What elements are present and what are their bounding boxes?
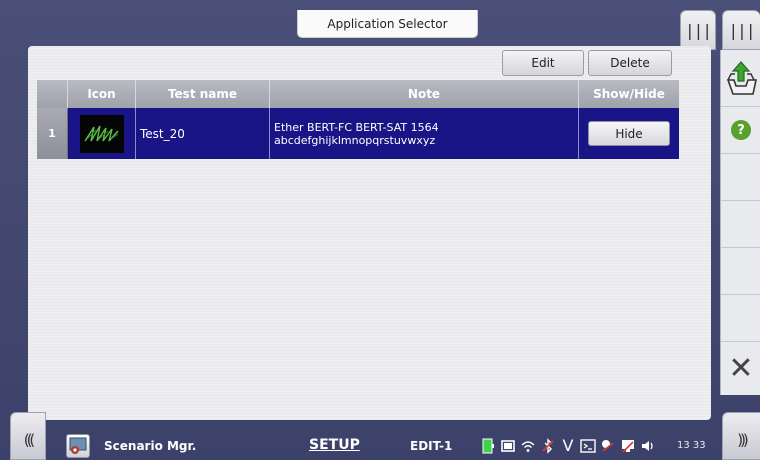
column-header-index: [37, 80, 68, 108]
row-note-line1: Ether BERT-FC BERT-SAT 1564: [274, 120, 439, 134]
screen-icon: [500, 438, 516, 454]
side-button-empty-4[interactable]: [721, 295, 760, 342]
export-button[interactable]: [721, 50, 760, 107]
bluetooth-icon: [540, 438, 556, 454]
clock-readout: 13 33: [677, 440, 706, 451]
export-icon: [726, 61, 757, 95]
app-name-label[interactable]: Scenario Mgr.: [104, 439, 196, 453]
close-button[interactable]: ✕: [721, 342, 760, 395]
edit-state-label: EDIT-1: [410, 439, 453, 453]
row-show-hide-cell: Hide: [579, 108, 679, 159]
help-icon: ?: [731, 120, 751, 140]
scenario-manager-icon[interactable]: [66, 434, 90, 458]
close-icon: ✕: [728, 350, 754, 386]
battery-icon: [480, 438, 496, 454]
edit-button[interactable]: Edit: [502, 50, 584, 76]
column-header-icon: Icon: [68, 80, 136, 108]
table-row[interactable]: 1 Test_20 Ether BERT-FC BERT-SAT 1564 ab…: [37, 108, 679, 159]
terminal-icon: [580, 438, 596, 454]
row-test-name: Test_20: [136, 108, 270, 159]
table-header: Icon Test name Note Show/Hide: [37, 80, 679, 108]
help-button[interactable]: ?: [721, 107, 760, 154]
delete-button[interactable]: Delete: [588, 50, 672, 76]
remote-icon: [600, 438, 616, 454]
side-button-empty-2[interactable]: [721, 201, 760, 248]
scroll-right-button[interactable]: ))): [722, 412, 760, 460]
column-header-show-hide: Show/Hide: [593, 87, 665, 101]
hide-button[interactable]: Hide: [588, 121, 670, 146]
setup-mode-label[interactable]: SETUP: [309, 437, 360, 453]
status-icons: V: [480, 436, 656, 456]
application-icon: [79, 114, 124, 153]
triple-chevron-right-icon: ))): [737, 431, 748, 449]
status-bar: Scenario Mgr. SETUP EDIT-1 V 13 33: [46, 432, 722, 460]
v-icon: V: [562, 436, 574, 455]
row-note: Ether BERT-FC BERT-SAT 1564 abcdefghijkl…: [270, 108, 579, 159]
side-button-empty-1[interactable]: [721, 154, 760, 201]
row-icon-cell: [68, 108, 136, 159]
side-button-empty-3[interactable]: [721, 248, 760, 295]
row-note-line2: abcdefghijklmnopqrstuvwxyz: [274, 133, 436, 147]
column-header-note: Note: [270, 80, 579, 108]
network-icon: [620, 438, 636, 454]
volume-icon: [640, 438, 656, 454]
menu-tab-left[interactable]: |||: [680, 10, 716, 50]
menu-bars-icon: |||: [685, 20, 712, 40]
menu-tab-right[interactable]: |||: [722, 10, 760, 50]
side-toolbar: ? ✕: [720, 50, 760, 395]
triple-chevron-left-icon: (((: [23, 431, 35, 449]
menu-bars-icon: |||: [728, 20, 756, 40]
scroll-left-button[interactable]: (((: [10, 412, 46, 460]
wifi-icon: [520, 438, 536, 454]
column-header-test-name: Test name: [136, 80, 270, 108]
row-index: 1: [37, 108, 68, 159]
page-title: Application Selector: [297, 10, 478, 38]
